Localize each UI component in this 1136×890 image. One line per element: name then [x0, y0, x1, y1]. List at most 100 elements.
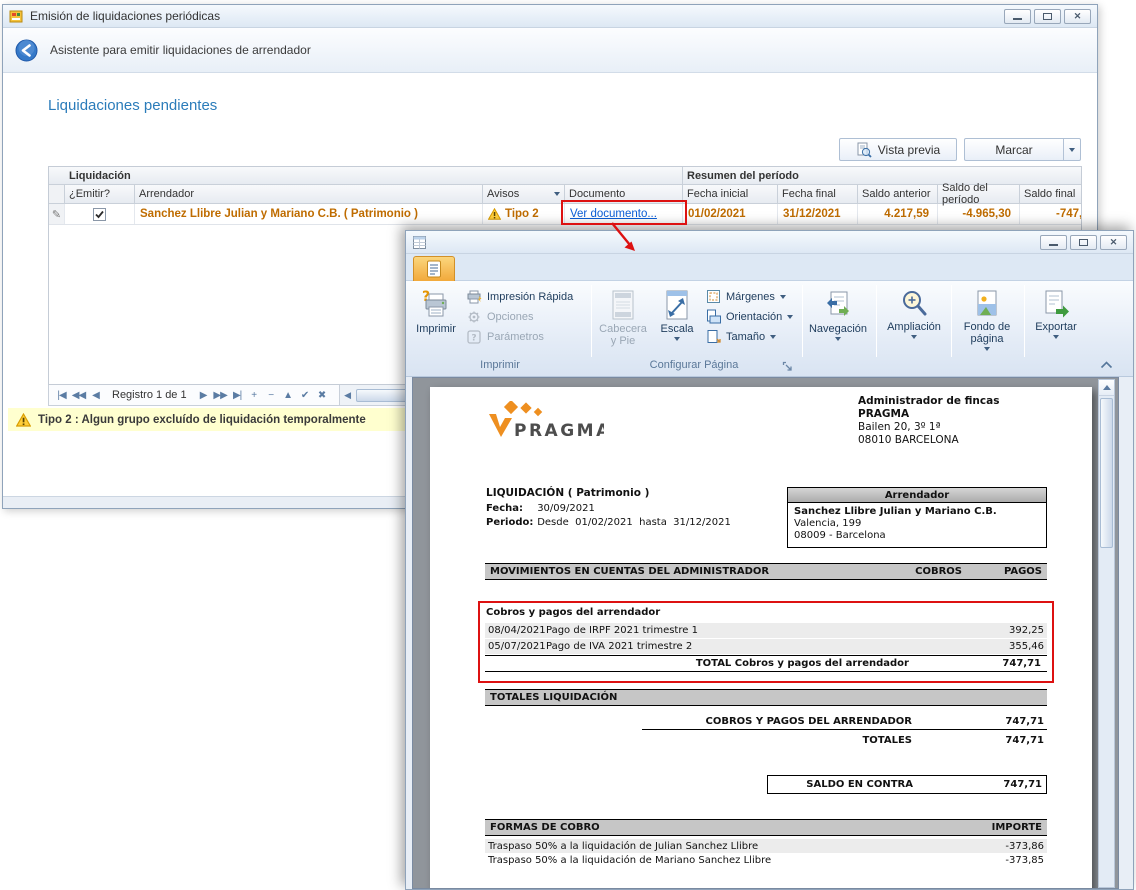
annotation-box-cobros	[478, 601, 1054, 683]
imprimir-button[interactable]: ? Imprimir	[412, 284, 460, 360]
header-footer-icon	[610, 289, 636, 321]
ribbon: ? Imprimir Impresión Rápida	[406, 281, 1133, 377]
hscroll-left-icon[interactable]: ◀	[340, 390, 356, 401]
marcar-dropdown[interactable]	[1063, 139, 1080, 160]
chevron-down-icon	[1053, 335, 1059, 339]
ribbon-collapse-chevron-icon[interactable]	[1100, 361, 1116, 375]
nav-last-icon[interactable]: ▶|	[229, 390, 246, 401]
nav-next-page-icon[interactable]: ▶▶	[212, 390, 229, 401]
back-button[interactable]	[15, 39, 38, 62]
marcar-button[interactable]: Marcar	[964, 138, 1081, 161]
options-gear-icon	[466, 310, 482, 324]
ampliacion-button[interactable]: Ampliación	[883, 284, 945, 360]
report-icon	[412, 235, 427, 250]
totales-header-bar: TOTALES LIQUIDACIÓN	[485, 689, 1047, 706]
tab-print-preview[interactable]	[413, 256, 455, 281]
col-avisos[interactable]: Avisos	[483, 185, 565, 203]
emitir-checkbox[interactable]	[93, 208, 106, 221]
col-arrendador[interactable]: Arrendador	[135, 185, 483, 203]
warning-icon	[16, 413, 31, 427]
exportar-button[interactable]: Exportar	[1028, 284, 1084, 360]
cell-saldo-final[interactable]: -747,71	[1020, 204, 1082, 224]
cell-arrendador[interactable]: Sanchez Llibre Julian y Mariano C.B. ( P…	[135, 204, 483, 224]
vscroll-thumb[interactable]	[1100, 398, 1113, 548]
chevron-down-icon	[1069, 148, 1075, 152]
cell-fecha-inicial[interactable]: 01/02/2021	[683, 204, 778, 224]
annotation-arrow	[600, 220, 660, 266]
fondo-pagina-button[interactable]: Fondo de página	[955, 284, 1019, 360]
chevron-down-icon	[770, 335, 776, 339]
col-saldo-final[interactable]: Saldo final	[1020, 185, 1082, 203]
grid-band-row: Liquidación Resumen del período	[49, 167, 1082, 185]
orientacion-button[interactable]: Orientación	[706, 307, 793, 326]
ribbon-tab-strip	[406, 254, 1133, 281]
row-indicator: ✎	[49, 204, 65, 224]
group-label-configurar: Configurar Página	[596, 359, 792, 375]
chevron-down-icon	[984, 347, 990, 351]
forma-cobro-row: Traspaso 50% a la liquidación de Mariano…	[485, 853, 1047, 867]
chevron-down-icon	[787, 315, 793, 319]
scroll-up-arrow[interactable]	[1099, 380, 1114, 396]
formas-header-bar: FORMAS DE COBRO IMPORTE	[485, 819, 1047, 836]
nav-prev-icon[interactable]: ◀	[87, 390, 104, 401]
dialog-launcher-icon[interactable]	[782, 361, 795, 374]
liquidacion-title: LIQUIDACIÓN ( Patrimonio )	[486, 487, 649, 499]
header-indicator	[49, 185, 65, 203]
col-fecha-inicial[interactable]: Fecha inicial	[683, 185, 778, 203]
tamano-button[interactable]: Tamaño	[706, 327, 776, 346]
chevron-down-icon	[835, 337, 841, 341]
col-saldo-periodo[interactable]: Saldo del período	[938, 185, 1020, 203]
cell-emitir[interactable]	[65, 204, 135, 224]
cell-saldo-periodo[interactable]: -4.965,30	[938, 204, 1020, 224]
minimize-button[interactable]	[1004, 9, 1031, 24]
arrendador-box: Arrendador Sanchez Llibre Julian y Maria…	[787, 487, 1047, 548]
marcar-label: Marcar	[965, 143, 1063, 157]
chevron-down-icon	[780, 295, 786, 299]
preview-vscrollbar[interactable]	[1098, 379, 1115, 888]
pencil-icon: ✎	[52, 208, 61, 221]
col-saldo-anterior[interactable]: Saldo anterior	[858, 185, 938, 203]
nav-endedit-icon[interactable]: ✔	[297, 390, 314, 401]
maximize-button[interactable]	[1034, 9, 1061, 24]
nav-edit-icon[interactable]: ▲	[280, 390, 297, 401]
maximize-button[interactable]	[1070, 235, 1097, 250]
escala-button[interactable]: Escala	[654, 284, 700, 360]
avisos-filter-icon[interactable]	[554, 192, 560, 196]
col-fecha-final[interactable]: Fecha final	[778, 185, 858, 203]
group-label-imprimir: Imprimir	[412, 359, 588, 375]
wizard-title: Asistente para emitir liquidaciones de a…	[50, 43, 311, 57]
nav-prev-page-icon[interactable]: ◀◀	[70, 390, 87, 401]
parametros-button: ? Parámetros	[466, 327, 544, 346]
cell-saldo-anterior[interactable]: 4.217,59	[858, 204, 938, 224]
ribbon-separator	[876, 285, 877, 357]
navegacion-button[interactable]: Navegación	[806, 284, 870, 360]
margenes-button[interactable]: Márgenes	[706, 287, 786, 306]
cabecera-pie-button: Cabecera y Pie	[596, 284, 650, 360]
band-resumen[interactable]: Resumen del período	[683, 167, 1082, 184]
col-emitir[interactable]: ¿Emitir?	[65, 185, 135, 203]
minimize-button[interactable]	[1040, 235, 1067, 250]
nav-append-icon[interactable]: +	[246, 390, 263, 401]
band-liquidacion[interactable]: Liquidación	[49, 167, 683, 184]
chevron-down-icon	[674, 337, 680, 341]
page-title: Liquidaciones pendientes	[48, 97, 217, 114]
vista-previa-button[interactable]: Vista previa	[839, 138, 957, 161]
nav-delete-icon[interactable]: −	[263, 390, 280, 401]
cell-avisos[interactable]: Tipo 2	[483, 204, 565, 224]
ribbon-separator	[1024, 285, 1025, 357]
vista-previa-label: Vista previa	[878, 143, 940, 157]
cell-fecha-final[interactable]: 31/12/2021	[778, 204, 858, 224]
periodo-line: Periodo: Desde 01/02/2021 hasta 31/12/20…	[486, 517, 731, 528]
ribbon-separator	[802, 285, 803, 357]
nav-next-icon[interactable]: ▶	[195, 390, 212, 401]
app-icon	[9, 9, 24, 24]
check-icon	[94, 209, 105, 220]
close-button[interactable]: ✕	[1100, 235, 1127, 250]
totales-row: COBROS Y PAGOS DEL ARRENDADOR 747,71	[642, 713, 1047, 730]
impresion-rapida-button[interactable]: Impresión Rápida	[466, 287, 573, 306]
nav-cancel-icon[interactable]: ✖	[314, 390, 331, 401]
movimientos-header-bar: MOVIMIENTOS EN CUENTAS DEL ADMINISTRADOR…	[485, 563, 1047, 580]
warning-icon	[488, 208, 501, 220]
close-button[interactable]: ✕	[1064, 9, 1091, 24]
nav-first-icon[interactable]: |◀	[53, 390, 70, 401]
